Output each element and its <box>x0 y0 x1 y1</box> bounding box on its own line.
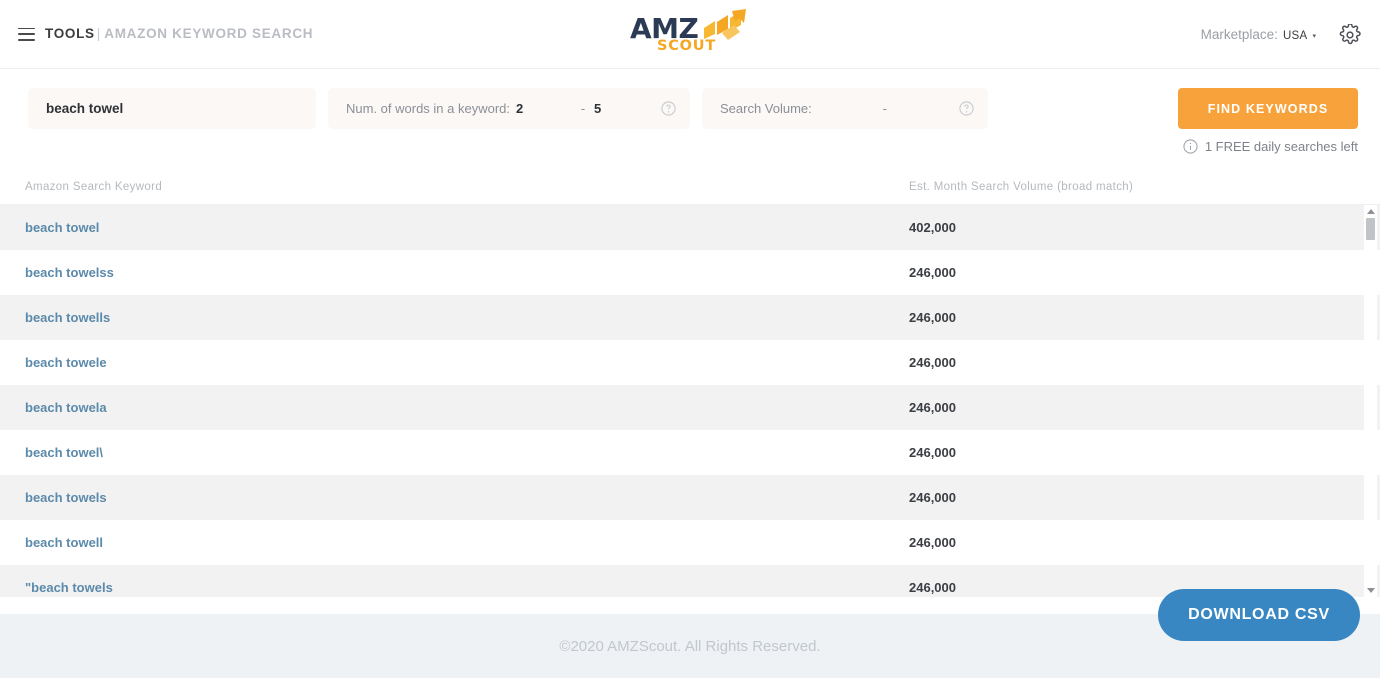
table-row[interactable]: beach towelss 246,000 <box>0 250 1380 295</box>
search-volume-range-dash: - <box>882 101 887 116</box>
search-input[interactable] <box>46 101 316 116</box>
word-count-max[interactable]: 5 <box>594 101 650 116</box>
gear-icon <box>1339 23 1361 44</box>
word-count-range: 2 - 5 <box>516 101 661 116</box>
amzscout-logo: AMZ SCOUT <box>630 7 750 59</box>
free-searches-text: 1 FREE daily searches left <box>1204 139 1358 154</box>
word-count-label: Num. of words in a keyword: <box>346 101 511 116</box>
table-body: beach towel 402,000 beach towelss 246,00… <box>0 205 1380 597</box>
volume-value: 246,000 <box>909 265 956 280</box>
volume-value: 246,000 <box>909 355 956 370</box>
keyword-link[interactable]: beach towel\ <box>0 445 884 460</box>
table-row[interactable]: beach towels 246,000 <box>0 475 1380 520</box>
question-mark-icon[interactable] <box>959 101 974 116</box>
scrollbar-thumb[interactable] <box>1366 218 1375 240</box>
keyword-field[interactable] <box>28 88 316 129</box>
column-header-volume: Est. Month Search Volume (broad match) <box>909 180 1134 193</box>
volume-value: 246,000 <box>909 445 956 460</box>
logo-text-amz: AMZ <box>630 12 699 45</box>
table-header-row: Amazon Search Keyword Est. Month Search … <box>0 169 1380 205</box>
search-volume-label: Search Volume: <box>720 101 812 116</box>
keyword-link[interactable]: beach towell <box>0 535 884 550</box>
copyright-text: ©2020 AMZScout. All Rights Reserved. <box>559 637 821 655</box>
caret-down-icon[interactable] <box>1366 588 1375 593</box>
chevron-down-icon: ▾ <box>1312 33 1316 40</box>
breadcrumb-tools[interactable]: TOOLS <box>45 26 95 41</box>
results-table: Amazon Search Keyword Est. Month Search … <box>0 169 1380 614</box>
free-searches-note: 1 FREE daily searches left <box>1183 139 1358 154</box>
range-dash: - <box>580 101 586 116</box>
breadcrumb-section: AMAZON KEYWORD SEARCH <box>104 26 314 41</box>
breadcrumb-separator: | <box>96 26 101 41</box>
marketplace-value: USA <box>1282 30 1308 42</box>
keyword-link[interactable]: beach towel <box>0 220 884 235</box>
keyword-link[interactable]: beach towells <box>0 310 884 325</box>
hamburger-line <box>18 38 35 41</box>
marketplace-selector[interactable]: Marketplace: USA ▾ <box>1201 27 1316 42</box>
hamburger-icon[interactable] <box>18 27 35 41</box>
app-header: TOOLS | AMAZON KEYWORD SEARCH AMZ SCOUT Ma… <box>0 0 1380 69</box>
header-left-group: TOOLS | AMAZON KEYWORD SEARCH <box>0 25 313 43</box>
volume-value: 246,000 <box>909 490 956 505</box>
table-row[interactable]: beach towela 246,000 <box>0 385 1380 430</box>
keyword-link[interactable]: beach towela <box>0 400 884 415</box>
app-root: TOOLS | AMAZON KEYWORD SEARCH AMZ SCOUT Ma… <box>0 0 1380 678</box>
volume-value: 246,000 <box>909 400 956 415</box>
header-right-group: Marketplace: USA ▾ <box>1201 0 1362 69</box>
table-row[interactable]: beach towel\ 246,000 <box>0 430 1380 475</box>
question-mark-icon[interactable] <box>661 101 676 116</box>
filter-bar: Num. of words in a keyword: 2 - 5 Search… <box>0 69 1380 169</box>
find-keywords-button[interactable]: FIND KEYWORDS <box>1178 88 1358 129</box>
scrollbar-track[interactable] <box>1366 218 1375 584</box>
settings-button[interactable] <box>1338 23 1362 47</box>
hamburger-line <box>18 27 35 30</box>
keyword-link[interactable]: "beach towels <box>0 580 884 595</box>
table-row[interactable]: beach towell 246,000 <box>0 520 1380 565</box>
arrow-up-mark-icon <box>704 9 746 40</box>
keyword-link[interactable]: beach towele <box>0 355 884 370</box>
keyword-link[interactable]: beach towelss <box>0 265 884 280</box>
word-count-filter[interactable]: Num. of words in a keyword: 2 - 5 <box>328 88 690 129</box>
breadcrumb: TOOLS | AMAZON KEYWORD SEARCH <box>45 25 313 43</box>
volume-value: 246,000 <box>909 310 956 325</box>
logo-text-scout: SCOUT <box>657 38 717 54</box>
volume-value: 246,000 <box>909 535 956 550</box>
keyword-link[interactable]: beach towels <box>0 490 884 505</box>
table-row[interactable]: beach towel 402,000 <box>0 205 1380 250</box>
column-header-keyword: Amazon Search Keyword <box>25 180 163 193</box>
app-footer: ©2020 AMZScout. All Rights Reserved. DOW… <box>0 589 1380 678</box>
word-count-min[interactable]: 2 <box>516 101 572 116</box>
info-circle-icon <box>1183 139 1198 154</box>
table-row[interactable]: beach towells 246,000 <box>0 295 1380 340</box>
volume-value: 402,000 <box>909 220 956 235</box>
download-csv-button[interactable]: DOWNLOAD CSV <box>1158 589 1360 641</box>
table-row[interactable]: beach towele 246,000 <box>0 340 1380 385</box>
hamburger-line <box>18 33 35 35</box>
caret-up-icon[interactable] <box>1366 209 1375 214</box>
table-scrollbar[interactable] <box>1364 205 1377 597</box>
search-volume-filter[interactable]: Search Volume: - <box>702 88 988 129</box>
marketplace-label: Marketplace: <box>1200 27 1278 42</box>
